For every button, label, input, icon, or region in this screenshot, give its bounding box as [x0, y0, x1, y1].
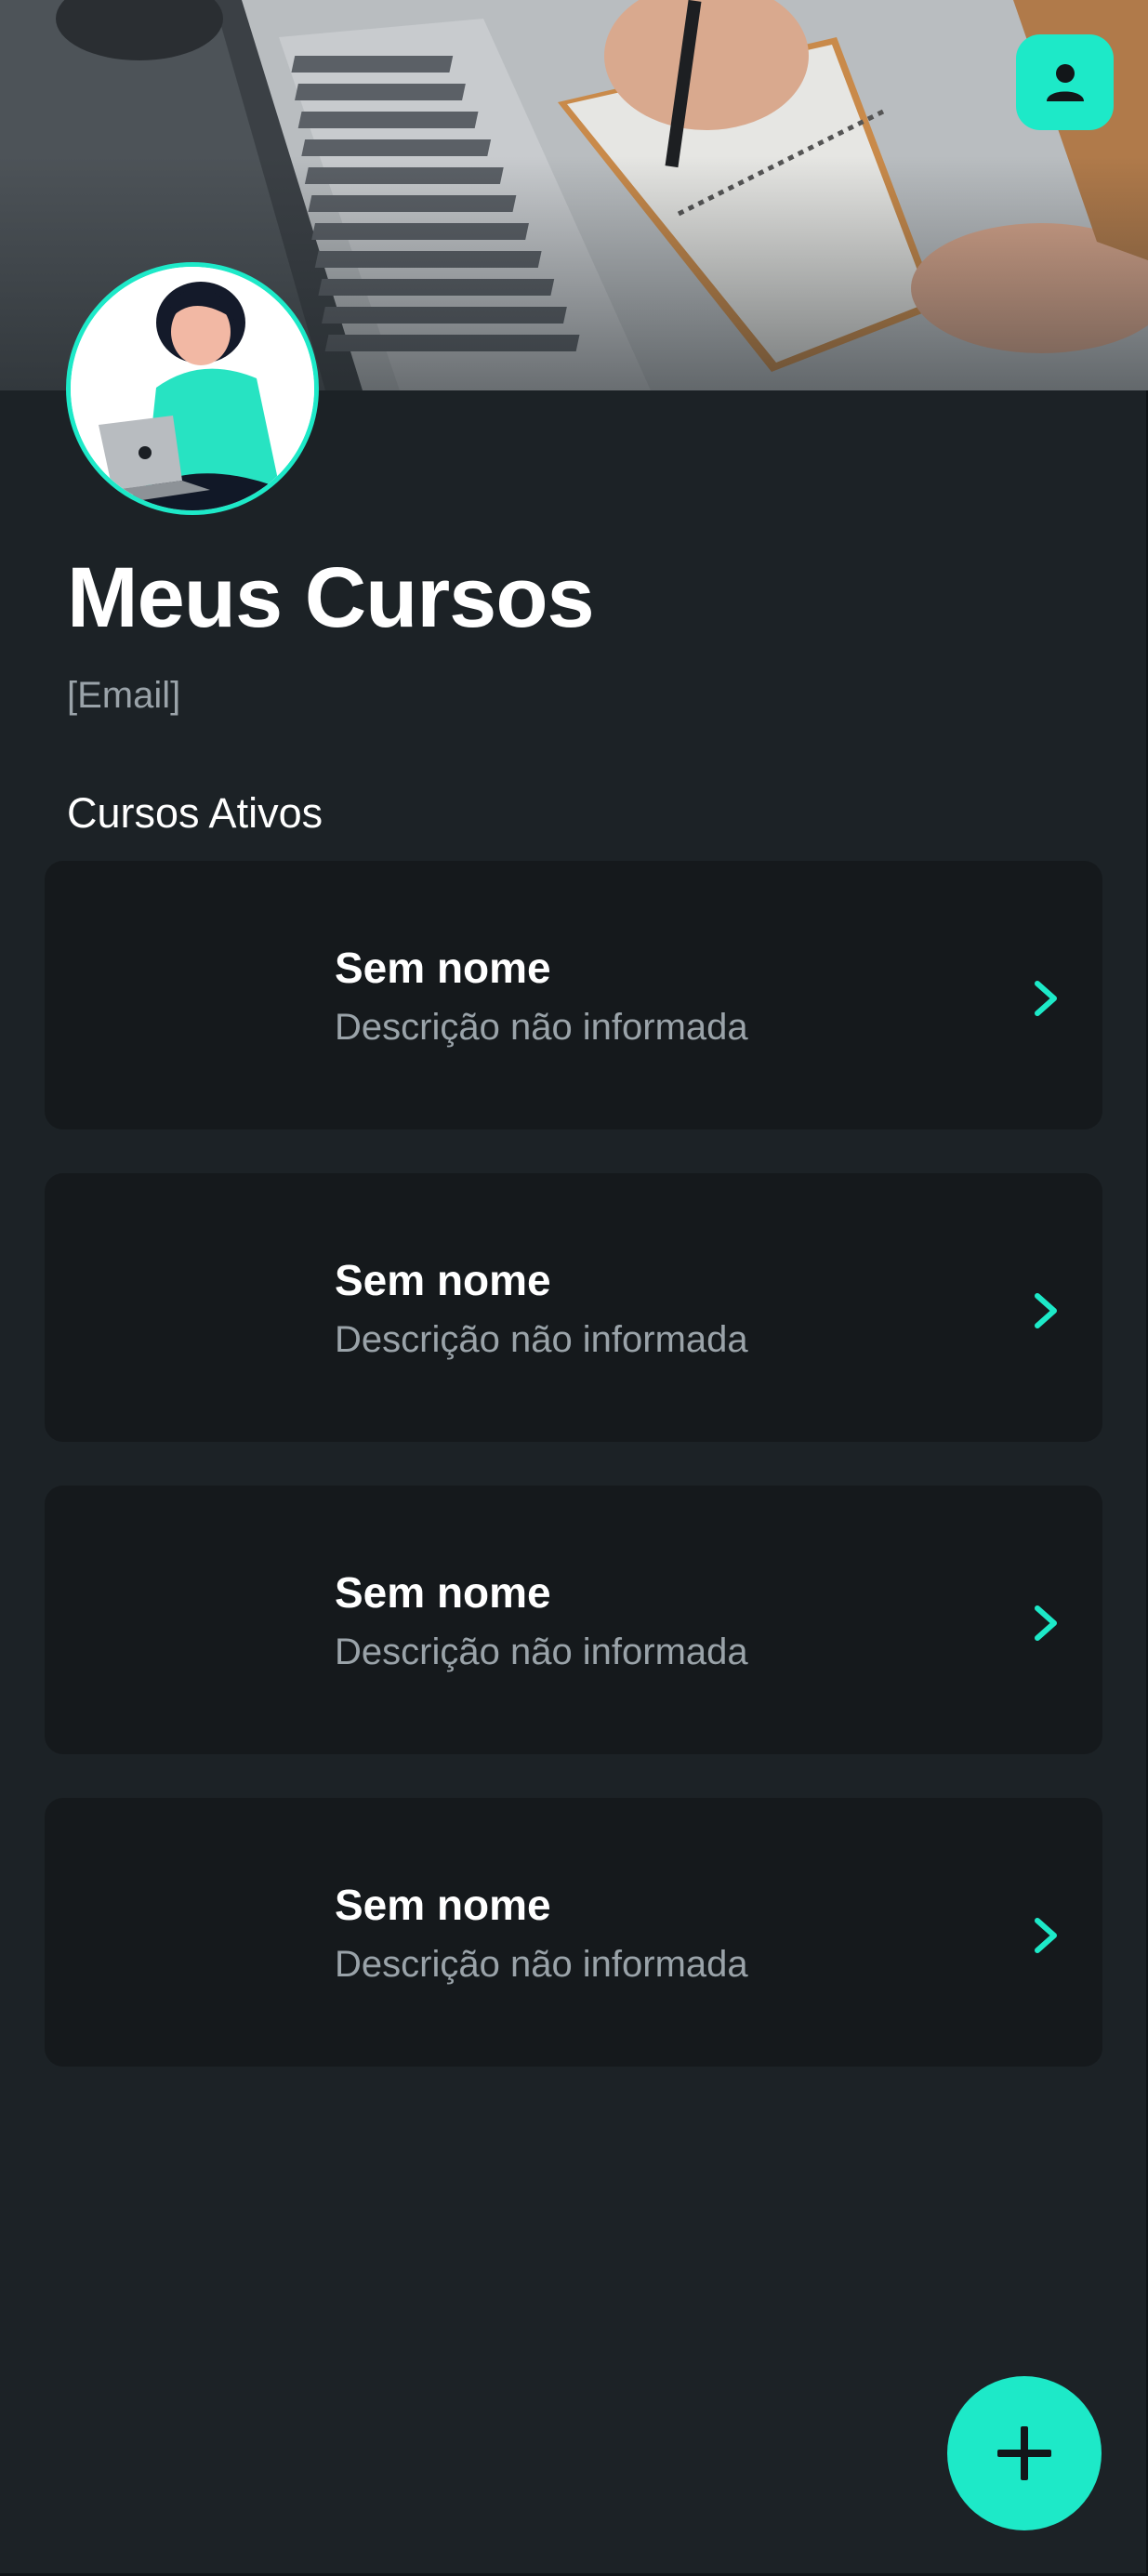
chevron-right-icon [1035, 981, 1057, 1016]
section-title: Cursos Ativos [67, 789, 323, 837]
avatar[interactable] [66, 262, 319, 515]
plus-icon [997, 2426, 1051, 2480]
chevron-right-icon [1035, 1293, 1057, 1328]
course-description: Descrição não informada [335, 1007, 748, 1048]
course-list: Sem nome Descrição não informada Sem nom… [45, 861, 1102, 2110]
course-card[interactable]: Sem nome Descrição não informada [45, 1798, 1102, 2067]
person-icon [1046, 63, 1084, 101]
course-description: Descrição não informada [335, 1631, 748, 1672]
app-screen: Meus Cursos [Email] Cursos Ativos Sem no… [0, 0, 1148, 2576]
course-name: Sem nome [335, 1568, 551, 1617]
chevron-right-icon [1035, 1918, 1057, 1953]
course-card[interactable]: Sem nome Descrição não informada [45, 861, 1102, 1129]
course-description: Descrição não informada [335, 1319, 748, 1360]
course-name: Sem nome [335, 1256, 551, 1304]
course-card[interactable]: Sem nome Descrição não informada [45, 1486, 1102, 1754]
course-card[interactable]: Sem nome Descrição não informada [45, 1173, 1102, 1442]
avatar-illustration [71, 267, 314, 510]
chevron-right-icon [1035, 1605, 1057, 1641]
add-course-button[interactable] [947, 2376, 1102, 2530]
course-description: Descrição não informada [335, 1944, 748, 1985]
course-name: Sem nome [335, 1881, 551, 1929]
page-title: Meus Cursos [67, 550, 595, 645]
profile-button[interactable] [1016, 34, 1114, 130]
course-name: Sem nome [335, 944, 551, 992]
user-email: [Email] [67, 675, 181, 716]
